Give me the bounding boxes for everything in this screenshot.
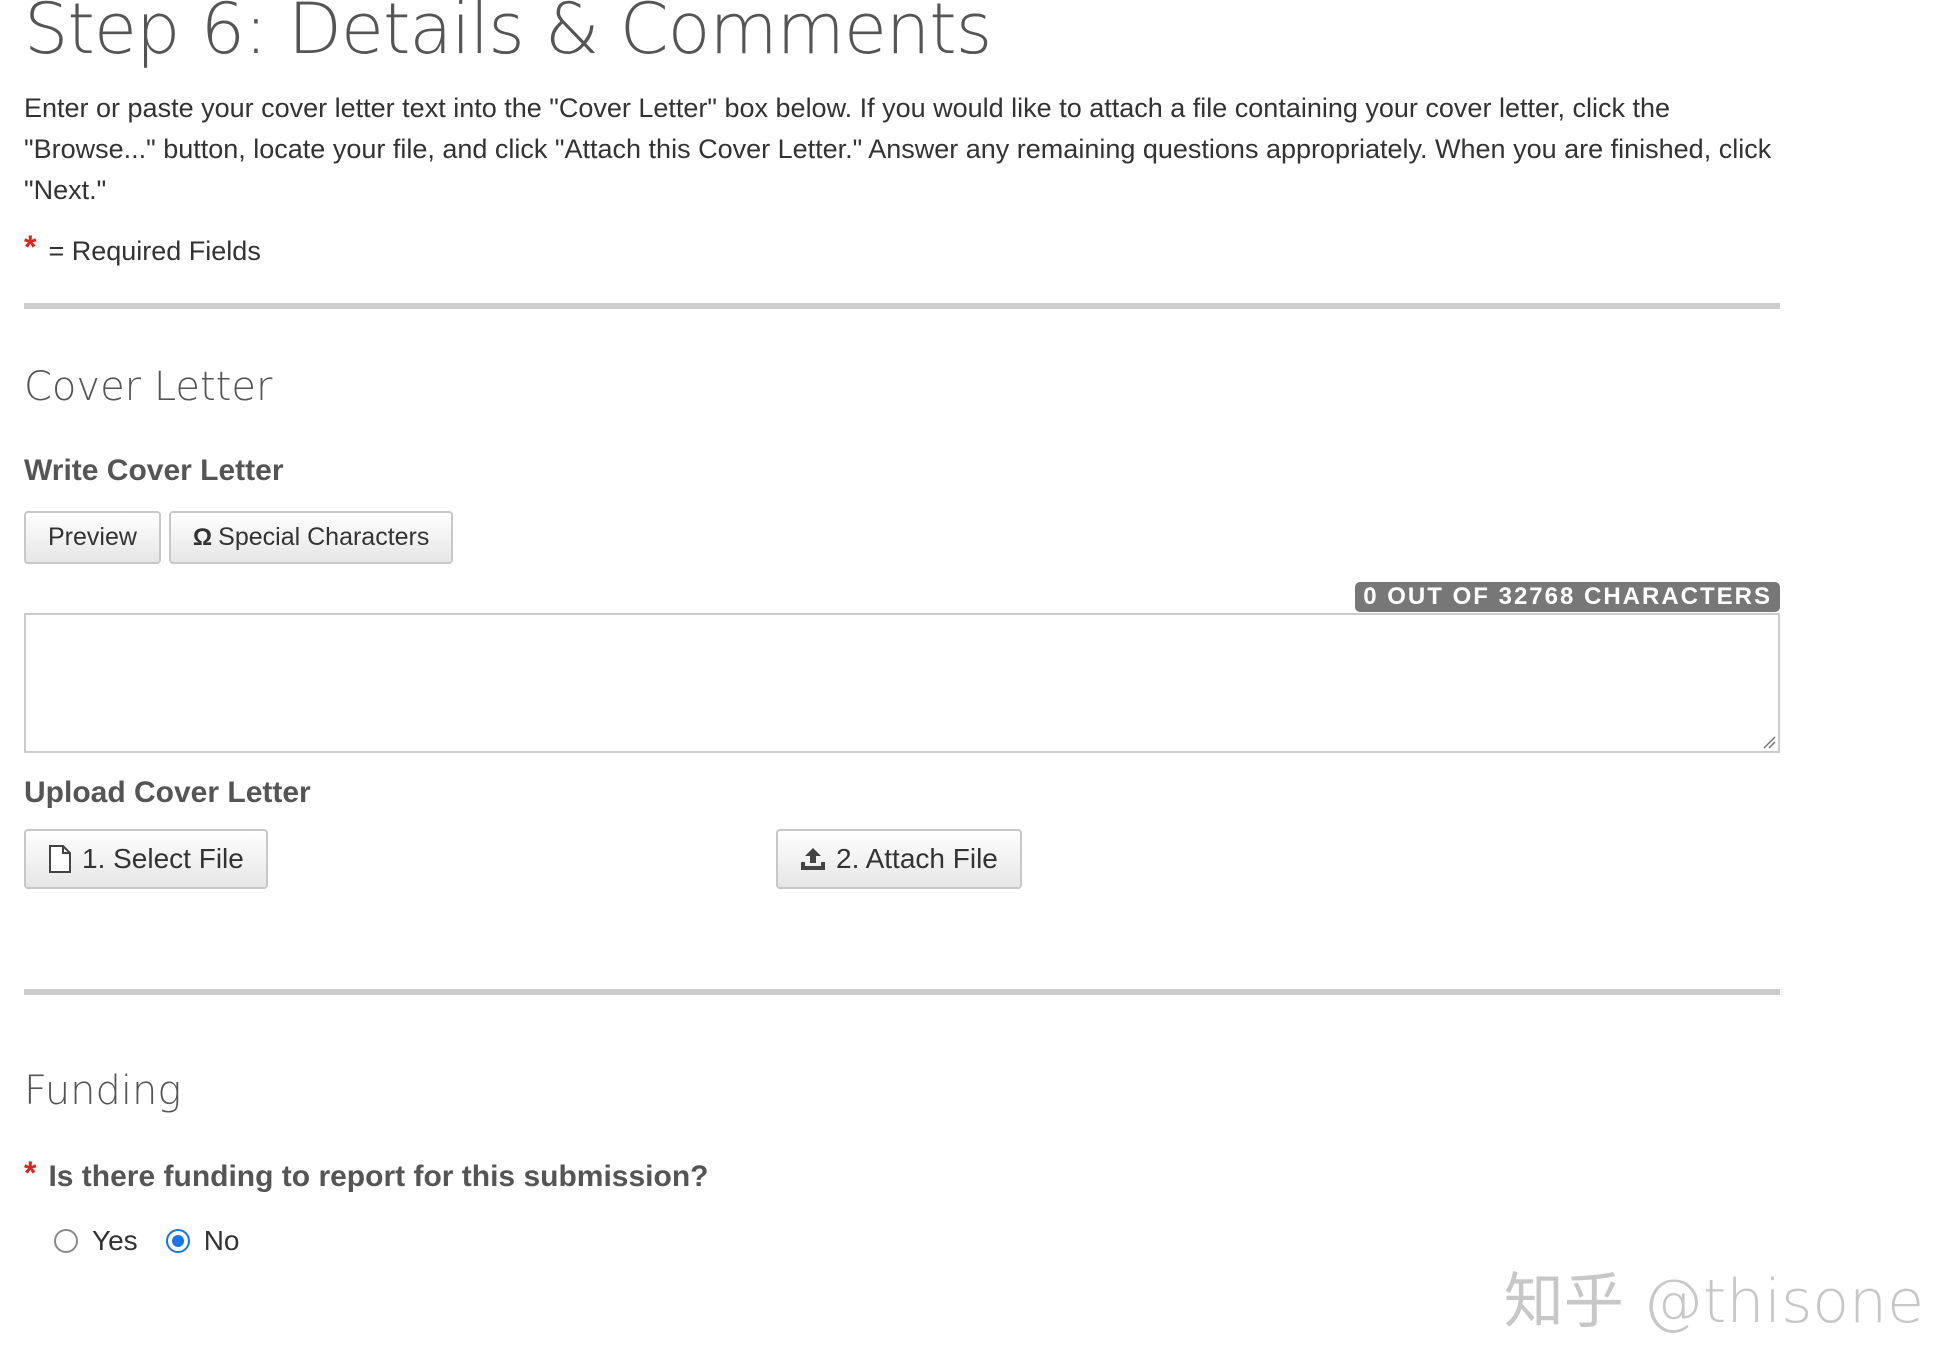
- upload-icon: [800, 846, 826, 872]
- required-legend: * = Required Fields: [24, 229, 1780, 269]
- attach-file-label: 2. Attach File: [836, 843, 998, 874]
- select-file-button[interactable]: 1. Select File: [24, 829, 268, 889]
- funding-yes-radio[interactable]: [54, 1229, 78, 1253]
- required-asterisk: *: [24, 1155, 37, 1191]
- section-divider: [24, 303, 1780, 309]
- upload-cover-letter-heading: Upload Cover Letter: [24, 776, 311, 809]
- cover-letter-heading: Cover Letter: [24, 364, 273, 410]
- file-icon: [48, 845, 72, 873]
- resize-grip-icon[interactable]: [1762, 735, 1776, 749]
- select-file-label: 1. Select File: [82, 843, 244, 874]
- write-cover-letter-heading: Write Cover Letter: [24, 454, 284, 487]
- page-title: Step 6: Details & Comments: [24, 0, 992, 70]
- required-asterisk: *: [24, 229, 37, 265]
- funding-no-label[interactable]: No: [204, 1225, 240, 1257]
- funding-no-radio[interactable]: [165, 1229, 190, 1253]
- cover-letter-textarea[interactable]: [24, 613, 1780, 753]
- upload-controls: 1. Select File 2. Attach File: [24, 829, 1780, 889]
- character-counter: 0 OUT OF 32768 CHARACTERS: [1355, 582, 1780, 612]
- section-divider: [24, 989, 1780, 995]
- watermark: 知乎 @thisone: [1503, 1267, 1924, 1337]
- required-legend-text: = Required Fields: [48, 236, 261, 266]
- instructions-text: Enter or paste your cover letter text in…: [24, 93, 1772, 205]
- editor-toolbar: Preview Ω Special Characters: [24, 511, 1780, 564]
- omega-icon: Ω: [192, 523, 213, 551]
- funding-yes-label[interactable]: Yes: [92, 1225, 138, 1257]
- attach-file-button[interactable]: 2. Attach File: [776, 829, 1022, 889]
- cover-letter-textarea-wrap: [24, 613, 1780, 753]
- funding-heading: Funding: [24, 1068, 182, 1114]
- funding-question: * Is there funding to report for this su…: [24, 1155, 1780, 1195]
- funding-question-text: Is there funding to report for this subm…: [48, 1160, 709, 1193]
- preview-button[interactable]: Preview: [24, 511, 161, 564]
- special-characters-button[interactable]: Ω Special Characters: [168, 511, 454, 564]
- page: Step 6: Details & Comments Enter or past…: [24, 0, 1780, 1257]
- character-counter-row: 0 OUT OF 32768 CHARACTERS: [24, 582, 1780, 612]
- special-characters-label: Special Characters: [218, 523, 430, 551]
